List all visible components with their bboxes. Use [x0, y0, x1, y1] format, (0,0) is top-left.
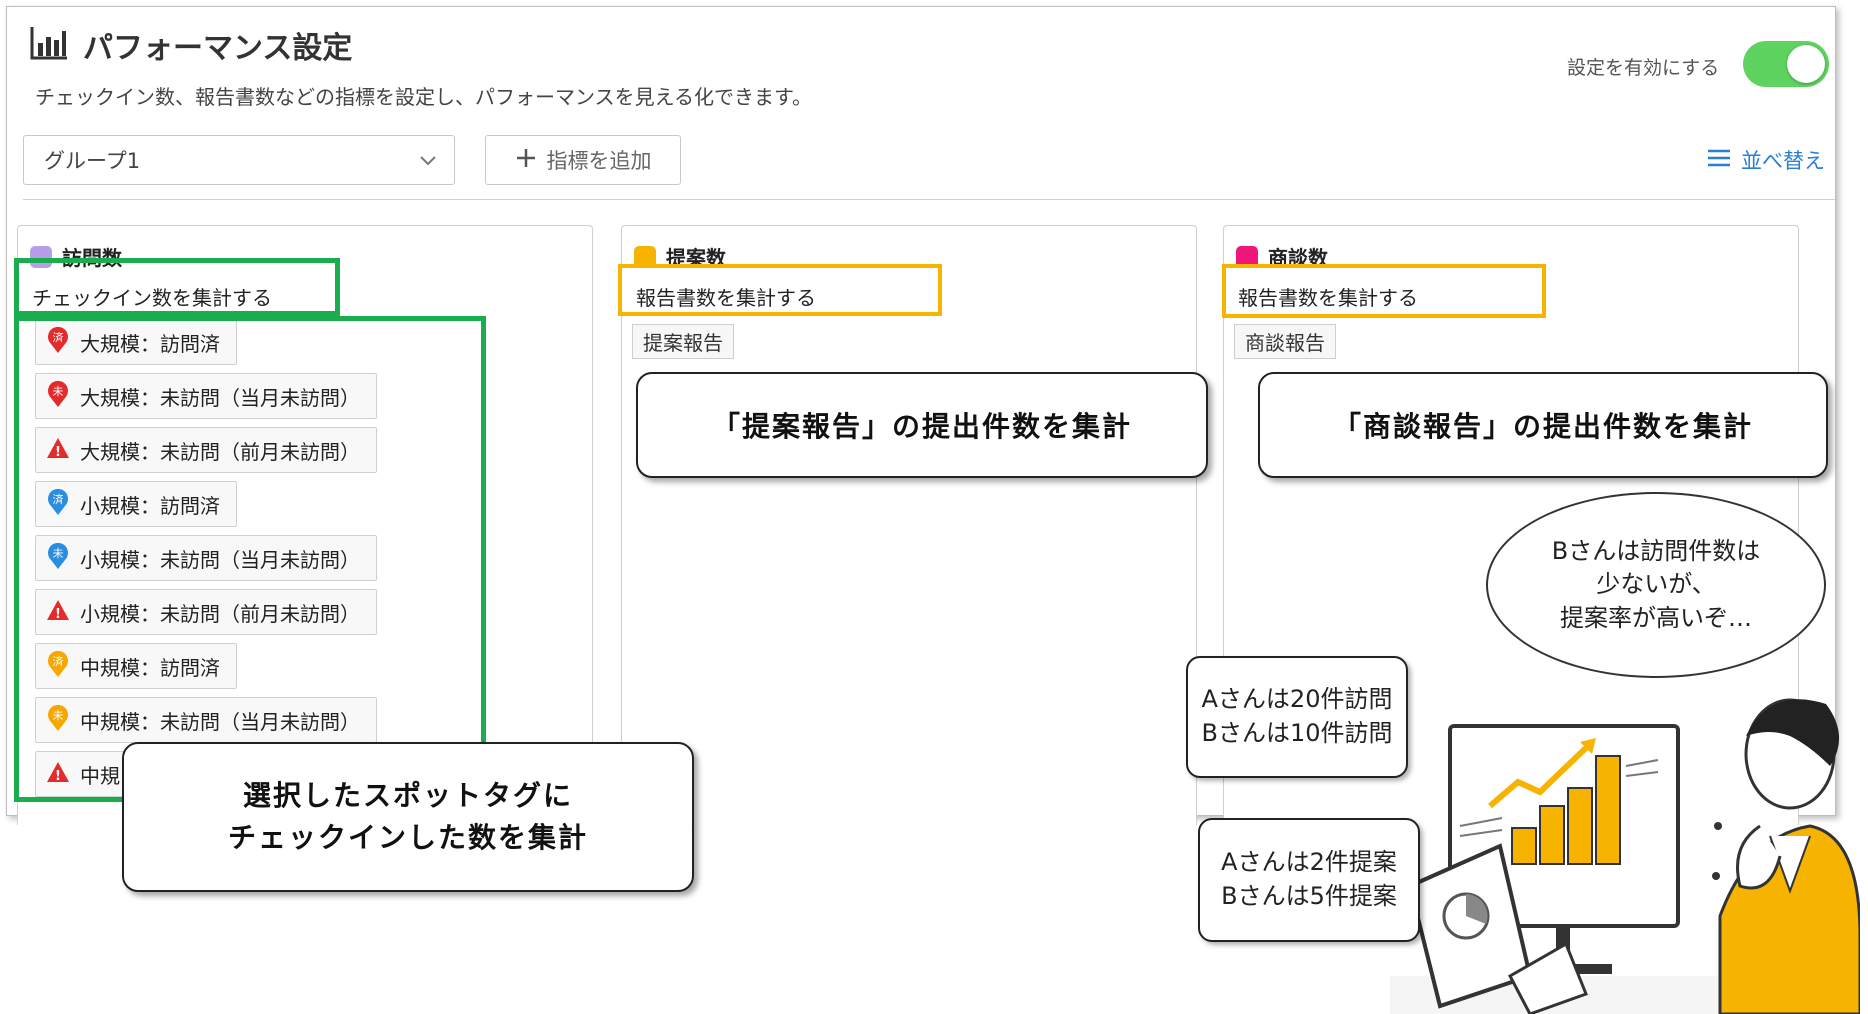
- page-title: パフォーマンス設定: [83, 31, 353, 66]
- group-select[interactable]: グループ1: [23, 135, 455, 185]
- highlight-checkin-mode: [14, 258, 340, 316]
- highlight-negotiation-mode: [1222, 264, 1546, 318]
- thought-line: Bさんは訪問件数は: [1551, 536, 1761, 565]
- plus-icon: [515, 147, 537, 174]
- enable-setting-label: 設定を有効にする: [1567, 57, 1720, 79]
- enable-setting-toggle[interactable]: [1743, 41, 1829, 87]
- add-metric-button[interactable]: 指標を追加: [485, 135, 681, 185]
- person-analyzing-illustration: [1390, 698, 1860, 1014]
- divider: [23, 199, 1835, 200]
- proposals-line: Bさんは5件提案: [1221, 882, 1397, 910]
- thought-line: 提案率が高いぞ…: [1560, 603, 1752, 632]
- proposal-callout: 「提案報告」の提出件数を集計: [636, 372, 1208, 478]
- negotiation-callout: 「商談報告」の提出件数を集計: [1258, 372, 1828, 478]
- proposals-line: Aさんは2件提案: [1221, 848, 1397, 877]
- add-metric-label: 指標を追加: [546, 149, 652, 173]
- sort-button[interactable]: 並べ替え: [1707, 145, 1825, 175]
- thought-line: 少ないが、: [1596, 570, 1716, 599]
- report-tag[interactable]: 提案報告: [632, 324, 734, 359]
- thought-bubble: Bさんは訪問件数は 少ないが、 提案率が高いぞ…: [1486, 492, 1826, 678]
- spot-callout-line: チェックインした数を集計: [227, 821, 588, 854]
- spot-tag-callout: 選択したスポットタグに チェックインした数を集計: [122, 742, 694, 892]
- sort-label: 並べ替え: [1741, 149, 1825, 173]
- visits-count-bubble: Aさんは20件訪問 Bさんは10件訪問: [1186, 656, 1408, 778]
- page-description: チェックイン数、報告書数などの指標を設定し、パフォーマンスを見える化できます。: [35, 85, 812, 109]
- chevron-down-icon: [418, 150, 438, 175]
- group-select-value: グループ1: [44, 149, 141, 173]
- menu-lines-icon: [1707, 148, 1731, 172]
- visits-line: Aさんは20件訪問: [1201, 685, 1393, 714]
- spot-callout-line: 選択したスポットタグに: [242, 779, 573, 812]
- page-header: パフォーマンス設定: [29, 23, 352, 67]
- highlight-proposal-mode: [618, 264, 942, 316]
- proposals-count-bubble: Aさんは2件提案 Bさんは5件提案: [1198, 818, 1420, 942]
- visits-line: Bさんは10件訪問: [1201, 719, 1393, 747]
- toggle-knob: [1787, 45, 1825, 83]
- highlight-spot-tags: [14, 316, 486, 802]
- bar-chart-icon: [29, 25, 69, 65]
- report-tag[interactable]: 商談報告: [1234, 324, 1336, 359]
